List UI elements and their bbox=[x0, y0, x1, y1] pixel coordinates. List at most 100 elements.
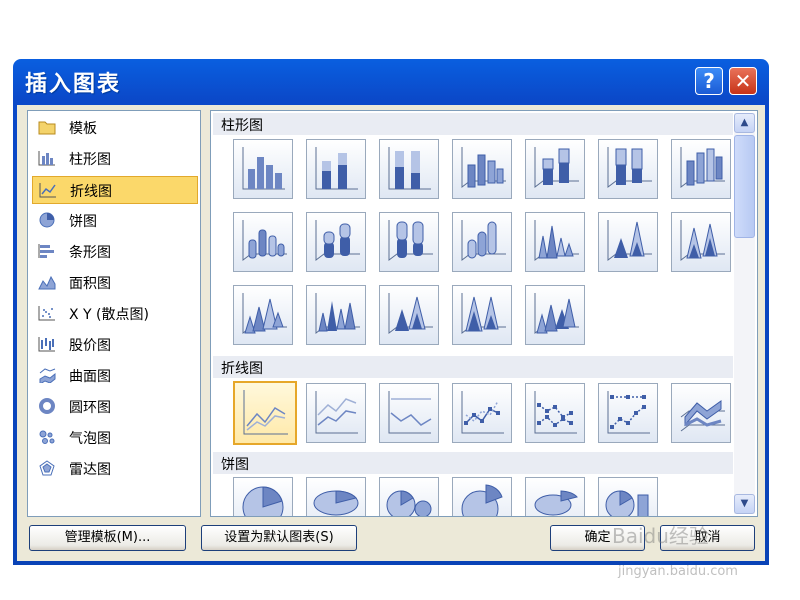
stacked-pyramid-icon bbox=[388, 293, 433, 334]
pie-of-pie-icon bbox=[386, 490, 432, 516]
chart-type-clustered-pyramid[interactable] bbox=[306, 285, 366, 345]
insert-chart-dialog: 插入图表 ? ✕ 模板 柱形图 折线图 饼图 条形图 面积图 X Y (散点图)… bbox=[13, 59, 769, 565]
3d-percent-stacked-column-icon bbox=[607, 147, 652, 188]
surface-chart-icon bbox=[39, 368, 56, 383]
category-doughnut[interactable]: 圆环图 bbox=[32, 393, 198, 421]
section-title: 饼图 bbox=[221, 457, 249, 473]
manage-templates-button[interactable]: 管理模板(M)... bbox=[29, 525, 186, 551]
category-stock[interactable]: 股价图 bbox=[32, 331, 198, 359]
chart-type-stacked-column[interactable] bbox=[306, 139, 366, 199]
exploded-pie-icon bbox=[461, 484, 503, 516]
chart-type-3d-cone[interactable] bbox=[233, 285, 293, 345]
chart-type-clustered-column[interactable] bbox=[233, 139, 293, 199]
3d-column-icon bbox=[680, 147, 725, 188]
area-chart-icon bbox=[38, 275, 56, 290]
bar-chart-icon bbox=[38, 244, 54, 258]
3d-line-icon bbox=[680, 400, 725, 432]
title-bar: 插入图表 ? ✕ bbox=[13, 59, 769, 105]
category-label: 折线图 bbox=[70, 184, 112, 200]
chart-type-100-stacked-column[interactable] bbox=[379, 139, 439, 199]
chart-type-pie[interactable] bbox=[233, 477, 293, 516]
category-pie[interactable]: 饼图 bbox=[32, 207, 198, 235]
chart-type-3d-clustered-column[interactable] bbox=[452, 139, 512, 199]
chart-type-clustered-cone[interactable] bbox=[525, 212, 585, 272]
close-button[interactable]: ✕ bbox=[729, 67, 757, 95]
scroll-up-button[interactable]: ▲ bbox=[734, 113, 755, 133]
doughnut-chart-icon bbox=[39, 398, 55, 414]
chart-type-100-stacked-line-with-markers[interactable] bbox=[598, 383, 658, 443]
stacked-column-icon bbox=[315, 147, 358, 190]
chart-type-100-stacked-cylinder[interactable] bbox=[379, 212, 439, 272]
line-chart-icon bbox=[39, 183, 56, 198]
dialog-body: 模板 柱形图 折线图 饼图 条形图 面积图 X Y (散点图) 股价图 曲面图 … bbox=[17, 105, 765, 561]
chart-type-3d-line[interactable] bbox=[671, 383, 731, 443]
pie-chart-icon bbox=[39, 212, 55, 228]
category-surface[interactable]: 曲面图 bbox=[32, 362, 198, 390]
percent-stacked-cylinder-icon bbox=[388, 220, 433, 261]
chart-type-3d-cylinder[interactable] bbox=[452, 212, 512, 272]
watermark-url: jingyan.baidu.com bbox=[618, 564, 738, 579]
cone-chart-icon bbox=[534, 220, 579, 261]
category-template[interactable]: 模板 bbox=[32, 114, 198, 142]
gallery-scrollbar[interactable]: ▲ ▼ bbox=[734, 113, 755, 514]
cylinder-chart-icon bbox=[242, 220, 287, 261]
percent-stacked-cone-icon bbox=[680, 220, 725, 261]
stacked-cylinder-icon bbox=[315, 220, 360, 261]
chart-type-exploded-pie[interactable] bbox=[452, 477, 512, 516]
category-label: 面积图 bbox=[69, 276, 111, 292]
folder-icon bbox=[38, 121, 56, 135]
scatter-chart-icon bbox=[38, 306, 55, 321]
chart-type-pie-of-pie[interactable] bbox=[379, 477, 439, 516]
set-default-chart-button[interactable]: 设置为默认图表(S) bbox=[201, 525, 357, 551]
category-label: 气泡图 bbox=[69, 431, 111, 447]
category-column[interactable]: 柱形图 bbox=[32, 145, 198, 173]
radar-chart-icon bbox=[39, 460, 55, 476]
3d-exploded-pie-icon bbox=[534, 490, 578, 516]
line-chart-icon bbox=[243, 390, 288, 435]
category-label: 雷达图 bbox=[69, 462, 111, 478]
chart-type-bar-of-pie[interactable] bbox=[598, 477, 658, 516]
chart-type-line[interactable] bbox=[233, 381, 297, 445]
scroll-down-button[interactable]: ▼ bbox=[734, 494, 755, 514]
line-with-markers-icon bbox=[461, 391, 504, 434]
chart-gallery: 柱形图 折线图 饼图 ▲ ▼ bbox=[210, 110, 758, 517]
category-scatter[interactable]: X Y (散点图) bbox=[32, 300, 198, 328]
chart-type-3d-pie[interactable] bbox=[306, 477, 366, 516]
chart-type-3d-exploded-pie[interactable] bbox=[525, 477, 585, 516]
chart-type-stacked-cylinder[interactable] bbox=[306, 212, 366, 272]
section-title: 柱形图 bbox=[221, 118, 263, 134]
chart-type-stacked-pyramid[interactable] bbox=[379, 285, 439, 345]
3d-pyramid-icon bbox=[534, 293, 579, 334]
3d-clustered-column-icon bbox=[461, 147, 506, 188]
clustered-column-icon bbox=[242, 147, 285, 190]
section-header-line: 折线图 bbox=[213, 356, 733, 378]
chart-type-100-stacked-line[interactable] bbox=[379, 383, 439, 443]
3d-stacked-column-icon bbox=[534, 147, 579, 188]
3d-cone-icon bbox=[242, 293, 287, 334]
section-header-pie: 饼图 bbox=[213, 452, 733, 474]
chart-type-3d-stacked-column[interactable] bbox=[525, 139, 585, 199]
chart-type-3d-100-stacked-column[interactable] bbox=[598, 139, 658, 199]
category-bubble[interactable]: 气泡图 bbox=[32, 424, 198, 452]
watermark-logo: Baidu经验 bbox=[612, 524, 709, 548]
pyramid-chart-icon bbox=[315, 293, 360, 334]
chart-type-stacked-line-with-markers[interactable] bbox=[525, 383, 585, 443]
category-line[interactable]: 折线图 bbox=[32, 176, 198, 204]
help-button[interactable]: ? bbox=[695, 67, 723, 95]
category-label: X Y (散点图) bbox=[69, 307, 149, 323]
chart-type-clustered-cylinder[interactable] bbox=[233, 212, 293, 272]
stacked-line-icon bbox=[315, 391, 358, 434]
category-radar[interactable]: 雷达图 bbox=[32, 455, 198, 483]
category-label: 圆环图 bbox=[69, 400, 111, 416]
category-area[interactable]: 面积图 bbox=[32, 269, 198, 297]
scrollbar-thumb[interactable] bbox=[734, 135, 755, 238]
chart-type-100-stacked-cone[interactable] bbox=[671, 212, 731, 272]
chart-type-3d-column[interactable] bbox=[671, 139, 731, 199]
category-bar[interactable]: 条形图 bbox=[32, 238, 198, 266]
chart-type-100-stacked-pyramid[interactable] bbox=[452, 285, 512, 345]
chart-type-stacked-cone[interactable] bbox=[598, 212, 658, 272]
category-label: 柱形图 bbox=[69, 152, 111, 168]
chart-type-stacked-line[interactable] bbox=[306, 383, 366, 443]
chart-type-line-with-markers[interactable] bbox=[452, 383, 512, 443]
chart-type-3d-pyramid[interactable] bbox=[525, 285, 585, 345]
